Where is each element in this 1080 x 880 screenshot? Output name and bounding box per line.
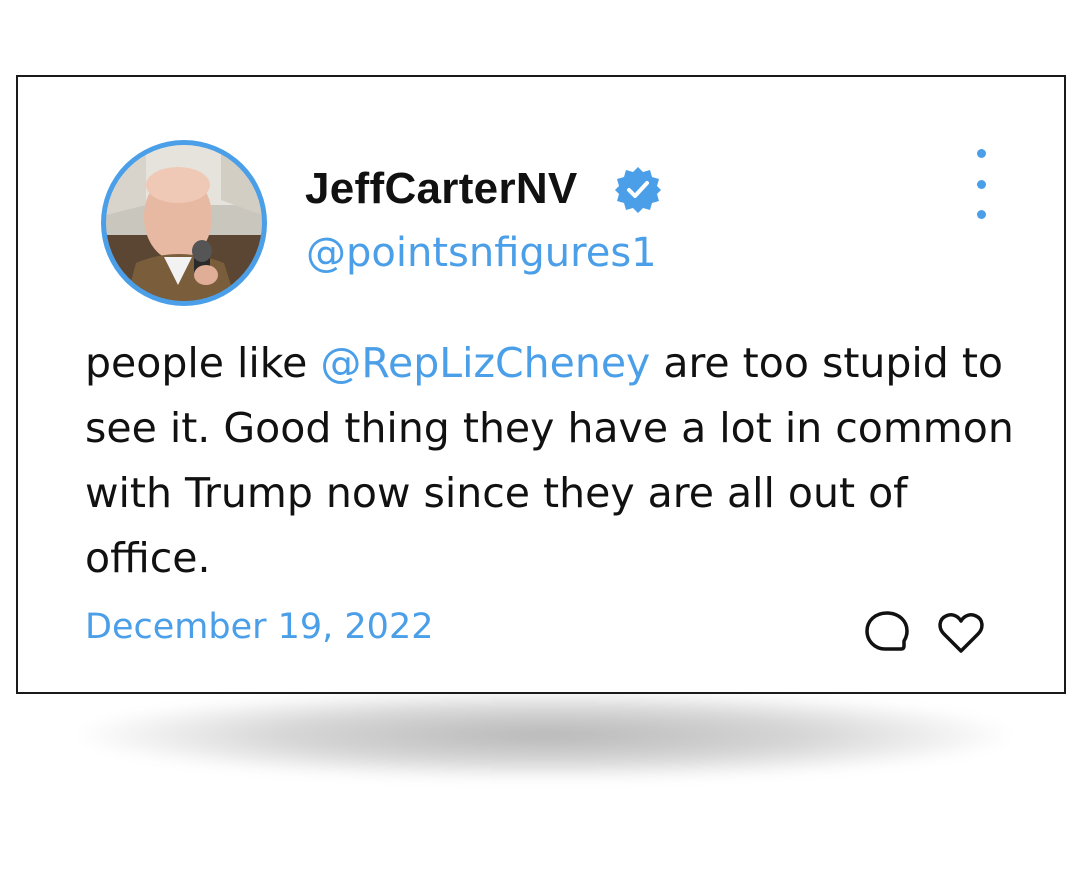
avatar[interactable]: [101, 140, 267, 306]
more-vertical-icon-dot: [976, 179, 986, 189]
user-handle[interactable]: @pointsnfigures1: [306, 230, 657, 276]
speech-bubble-icon[interactable]: [861, 607, 913, 659]
tweet-card: JeffCarterNV @pointsnfigures1 people lik…: [16, 75, 1066, 694]
avatar-photo: [106, 145, 262, 301]
display-name[interactable]: JeffCarterNV: [305, 163, 578, 216]
heart-icon[interactable]: [935, 607, 987, 659]
tweet-text-part: people like: [85, 339, 321, 387]
verified-badge-icon: [615, 167, 661, 213]
tweet-screenshot: JeffCarterNV @pointsnfigures1 people lik…: [0, 0, 1080, 880]
tweet-date[interactable]: December 19, 2022: [85, 607, 433, 647]
more-vertical-icon-dot: [976, 210, 986, 219]
mention-link[interactable]: @RepLizCheney: [320, 339, 650, 387]
more-vertical-icon: [976, 149, 986, 158]
tweet-text: people like @RepLizCheney are too stupid…: [85, 331, 1025, 591]
card-shadow: [80, 690, 1010, 780]
more-options-button[interactable]: [966, 149, 996, 219]
